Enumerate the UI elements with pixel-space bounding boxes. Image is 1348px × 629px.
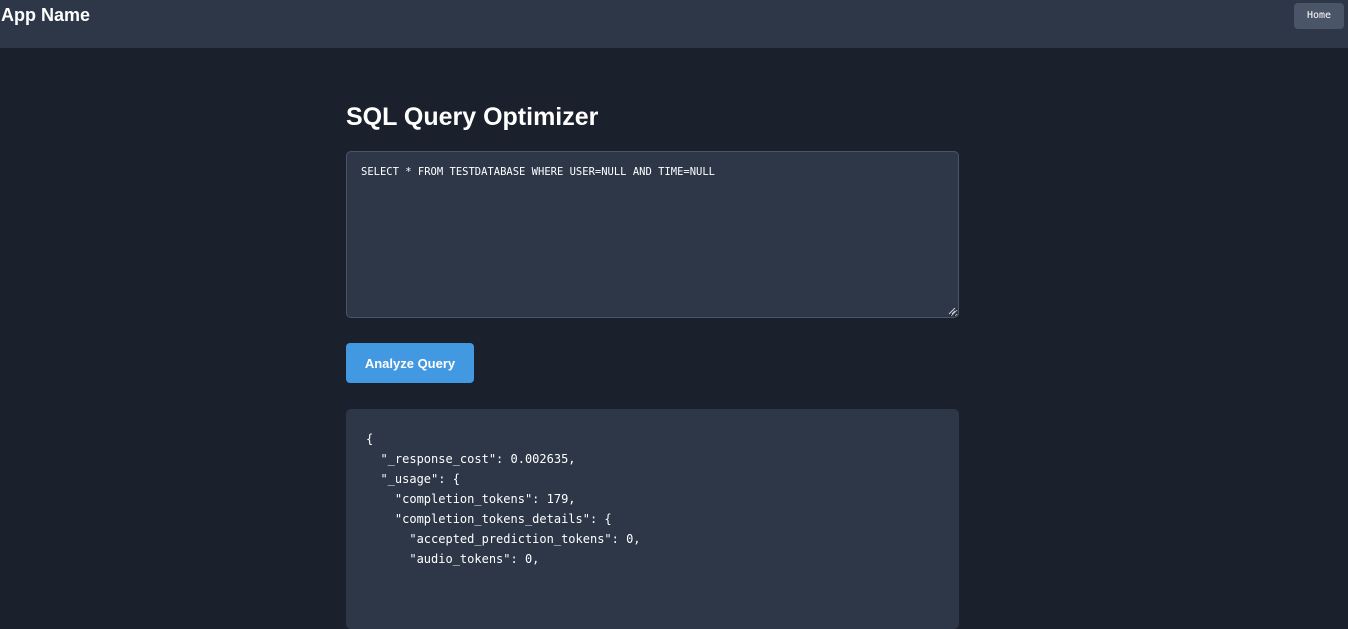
resize-grip-icon[interactable] [948,307,956,315]
home-button[interactable]: Home [1294,3,1344,29]
page-title: SQL Query Optimizer [346,103,599,131]
app-name: App Name [1,5,91,25]
result-panel: { "_response_cost": 0.002635, "_usage": … [346,409,959,629]
top-navbar: App Name Home [0,0,1348,48]
sql-query-input[interactable] [346,151,959,318]
result-json-output: { "_response_cost": 0.002635, "_usage": … [366,432,641,566]
analyze-query-button[interactable]: Analyze Query [346,343,474,383]
